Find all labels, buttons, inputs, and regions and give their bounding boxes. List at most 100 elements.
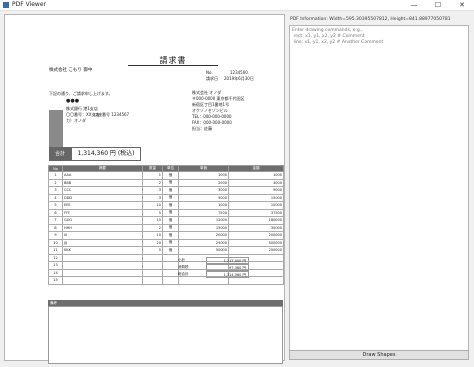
table-cell: 20000 xyxy=(178,231,229,240)
table-cell: 10000 xyxy=(228,201,284,210)
subtotal-value: 1,217,000 円 xyxy=(206,257,249,264)
table-cell: 11 xyxy=(48,246,63,255)
table-cell: 5000 xyxy=(178,193,229,202)
issuer-line: FAX：000-000-0000 xyxy=(192,120,232,125)
table-cell xyxy=(142,268,163,277)
table-cell: 10 xyxy=(142,231,163,240)
table-cell: 5 xyxy=(142,208,163,217)
invoice-no-label: No. xyxy=(206,70,213,75)
table-cell: HHH xyxy=(62,223,143,232)
table-cell: 1 xyxy=(48,171,63,180)
table-cell: GGG xyxy=(62,216,143,225)
table-cell: 500000 xyxy=(228,238,284,247)
table-cell xyxy=(162,276,179,285)
table-cell xyxy=(62,261,143,270)
table-cell xyxy=(142,276,163,285)
table-cell: 50000 xyxy=(178,246,229,255)
table-cell xyxy=(162,268,179,277)
table-cell: 14 xyxy=(48,268,63,277)
table-cell xyxy=(62,268,143,277)
draw-shapes-button[interactable]: Draw Shapes xyxy=(289,350,469,360)
table-cell: EEE xyxy=(62,201,143,210)
issuer-line: TEL：000-000-0000 xyxy=(192,114,232,119)
table-cell: 1 xyxy=(142,171,163,180)
table-cell: 7500 xyxy=(178,208,229,217)
payment-holder: カ）オノダ xyxy=(66,118,86,123)
app-icon xyxy=(3,2,9,8)
table-cell: 9 xyxy=(48,231,63,240)
table-cell xyxy=(162,261,179,270)
table-cell: 5 xyxy=(48,201,63,210)
table-cell: 12 xyxy=(48,253,63,262)
table-cell: 個 xyxy=(162,238,179,247)
table-cell: AAA xyxy=(62,171,143,180)
table-cell: 9000 xyxy=(228,186,284,195)
table-row: 7 GGG 15 個 12000 180000 xyxy=(48,216,284,225)
table-cell: 6 xyxy=(48,208,63,217)
table-cell: KKK xyxy=(62,246,143,255)
subtotal-label: 小計 xyxy=(178,258,185,262)
table-cell: 3 xyxy=(48,186,63,195)
table-cell: 個 xyxy=(162,216,179,225)
table-cell: 12000 xyxy=(178,216,229,225)
company-logo xyxy=(49,110,63,147)
tax-value: 97,360 円 xyxy=(206,264,249,271)
table-cell: 2 xyxy=(142,223,163,232)
table-cell: 15 xyxy=(142,216,163,225)
table-cell: CCC xyxy=(62,186,143,195)
table-cell: 3 xyxy=(142,186,163,195)
tax-label: 消費税 xyxy=(178,265,189,269)
payment-bank: 株式銀行 港1支店 xyxy=(66,106,98,111)
table-cell: 1000 xyxy=(178,171,229,180)
table-cell: 4000 xyxy=(228,178,284,187)
table-cell: 3 xyxy=(142,193,163,202)
pdf-info-label: PDF Information: Width=595.30395507812, … xyxy=(290,17,451,22)
close-button[interactable]: ✕ xyxy=(450,0,474,10)
recipient: 株式会社 こもり 御中 xyxy=(49,68,93,73)
table-cell xyxy=(62,253,143,262)
table-cell: 個 xyxy=(162,246,179,255)
table-cell: 8 xyxy=(48,223,63,232)
table-cell: 1000 xyxy=(178,201,229,210)
table-cell: 200000 xyxy=(228,231,284,240)
table-cell: 個 xyxy=(162,201,179,210)
table-cell xyxy=(162,253,179,262)
invoice-date-label: 請求日 xyxy=(206,76,218,81)
table-row: 5 EEE 10 個 1000 10000 xyxy=(48,201,284,210)
table-cell: 2000 xyxy=(178,178,229,187)
table-row: 4 DDD 3 個 5000 15000 xyxy=(48,193,284,202)
table-cell: 15 xyxy=(48,276,63,285)
table-cell: 個 xyxy=(162,178,179,187)
total-amount: 1,314,360 円 (税込) xyxy=(71,147,141,161)
table-cell: III xyxy=(62,231,143,240)
table-cell: 個 xyxy=(162,231,179,240)
table-cell: 個 xyxy=(162,186,179,195)
title-bar: PDF Viewer — ☐ ✕ xyxy=(0,0,474,11)
table-cell: 個 xyxy=(162,223,179,232)
drawing-commands-input[interactable] xyxy=(289,25,469,351)
table-cell: BBB xyxy=(62,178,143,187)
invoice-no-value: 1234500 xyxy=(230,70,248,75)
pdf-viewer[interactable]: 請求書 株式会社 こもり 御中 No. 1234500 請求日 2019年6月3… xyxy=(4,14,285,364)
issuer-line: 〒000-0000 東京都千代田区 xyxy=(192,96,245,101)
title-underline xyxy=(128,65,218,66)
table-row: 9 III 10 個 20000 200000 xyxy=(48,231,284,240)
remarks-box xyxy=(48,306,283,364)
table-cell: 10 xyxy=(48,238,63,247)
table-cell: 25000 xyxy=(178,238,229,247)
table-cell: 個 xyxy=(162,171,179,180)
table-cell xyxy=(142,261,163,270)
table-cell: JJJ xyxy=(62,238,143,247)
table-row: 8 HHH 2 個 15000 30000 xyxy=(48,223,284,232)
table-cell: 個 xyxy=(162,208,179,217)
issuer-line: オクゾノセゾンビル xyxy=(192,108,228,113)
table-cell: 15000 xyxy=(178,223,229,232)
table-cell: 1000 xyxy=(228,171,284,180)
maximize-button[interactable]: ☐ xyxy=(426,0,450,10)
minimize-button[interactable]: — xyxy=(402,0,426,10)
table-cell: 7 xyxy=(48,216,63,225)
payment-name: ●●● xyxy=(66,98,80,104)
table-cell: 20 xyxy=(142,238,163,247)
command-panel: PDF Information: Width=595.30395507812, … xyxy=(288,14,471,367)
table-cell xyxy=(142,253,163,262)
